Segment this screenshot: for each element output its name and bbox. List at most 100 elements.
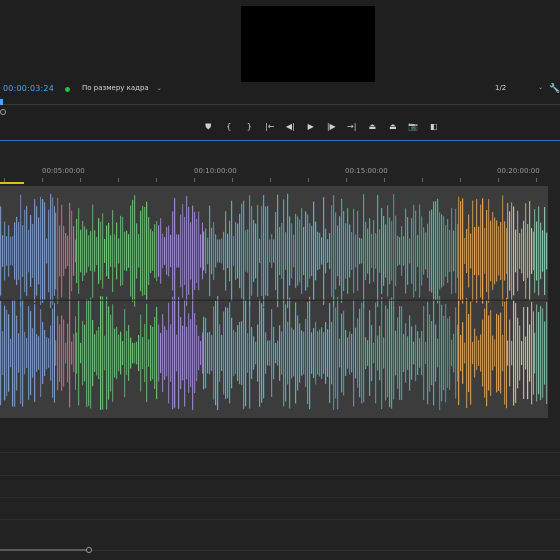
waveform-bar xyxy=(217,239,219,263)
waveform-bar xyxy=(223,231,225,271)
waveform-bar xyxy=(152,231,154,271)
mark-out-button[interactable]: } xyxy=(239,121,260,133)
step-forward-button[interactable]: |▶ xyxy=(321,121,342,133)
play-button[interactable]: ▶ xyxy=(301,121,322,133)
waveform-bar xyxy=(186,196,188,306)
waveform-bar xyxy=(281,331,283,375)
waveform-bar xyxy=(22,299,24,407)
audio-clip[interactable] xyxy=(0,186,55,418)
step-back-button[interactable]: ◀| xyxy=(280,121,301,133)
waveform-bar xyxy=(303,331,305,375)
waveform-bar xyxy=(283,199,285,303)
waveform-bar xyxy=(509,319,511,387)
waveform-bar xyxy=(498,226,500,276)
audio-clip[interactable] xyxy=(534,186,548,418)
waveform-bar xyxy=(44,330,46,377)
waveform-bar xyxy=(339,216,341,286)
waveform-bar xyxy=(439,296,441,410)
ruler-tick-label: 00:15:00:00 xyxy=(345,167,388,175)
add-marker-button[interactable]: ⛊ xyxy=(198,121,219,133)
waveform-bar xyxy=(114,234,116,268)
waveform-bar xyxy=(319,232,321,270)
go-to-in-button[interactable]: |← xyxy=(260,121,281,133)
waveform-bar xyxy=(455,208,457,294)
waveform-bar xyxy=(86,298,88,408)
audio-clip[interactable] xyxy=(458,186,507,418)
mark-in-button[interactable]: { xyxy=(219,121,240,133)
fit-dropdown[interactable]: По размеру кадра ⌄ xyxy=(82,84,162,92)
waveform-bar xyxy=(423,306,425,400)
waveform-bar xyxy=(429,314,431,392)
waveform-bar xyxy=(385,224,387,278)
audio-clip[interactable] xyxy=(55,186,76,418)
waveform-bar xyxy=(507,340,509,366)
waveform-bar xyxy=(347,337,349,369)
waveform-bar xyxy=(363,194,365,308)
waveform-bar xyxy=(26,205,28,297)
extract-button[interactable]: ⏏ xyxy=(383,121,404,133)
waveform-bar xyxy=(148,339,150,367)
audio-clip[interactable] xyxy=(359,186,458,418)
waveform-bar xyxy=(57,315,59,391)
play-icon: ▶ xyxy=(307,122,314,131)
waveform-bar xyxy=(482,319,484,387)
waveform-bar xyxy=(486,209,488,292)
audio-clip[interactable] xyxy=(158,186,203,418)
audio-clip[interactable] xyxy=(203,186,359,418)
go-to-out-button[interactable]: →| xyxy=(342,121,363,133)
waveform-bar xyxy=(433,300,435,406)
waveform-bar xyxy=(375,233,377,269)
playhead-timecode[interactable]: 00:00:03:24 xyxy=(3,84,54,93)
waveform-bar xyxy=(158,324,160,382)
waveform-bar xyxy=(92,319,94,387)
waveform-bar xyxy=(227,233,229,269)
waveform-bar xyxy=(261,205,263,297)
waveform-bar xyxy=(136,341,138,365)
waveform-bar xyxy=(124,231,126,271)
waveform-bar xyxy=(98,326,100,380)
waveform-bar xyxy=(40,309,42,397)
waveform-bar xyxy=(523,307,525,400)
time-ruler[interactable]: 00:05:00:00 00:10:00:00 00:15:00:00 00:20:0… xyxy=(0,150,560,184)
waveform-bar xyxy=(544,206,546,295)
waveform-bar xyxy=(405,323,407,383)
waveform-bar xyxy=(253,336,255,370)
scroll-track[interactable] xyxy=(92,550,560,551)
waveform-bar xyxy=(88,300,90,406)
waveform-bar xyxy=(188,207,190,295)
waveform-bar xyxy=(12,236,14,266)
waveform-bar xyxy=(301,330,303,376)
waveform-bar xyxy=(162,313,164,393)
waveform-bar xyxy=(529,324,531,382)
waveform-bar xyxy=(140,210,142,292)
waveform-bar xyxy=(8,225,10,277)
waveform-bar xyxy=(118,334,120,372)
resolution-dropdown[interactable]: 1/2 ⌄ xyxy=(495,84,543,92)
waveform-bar xyxy=(255,341,257,365)
zoom-handle[interactable] xyxy=(0,109,6,115)
waveform-bar xyxy=(92,204,94,298)
waveform-bar xyxy=(273,239,275,263)
waveform-bar xyxy=(453,333,455,373)
waveform-bar xyxy=(381,207,383,295)
compare-button[interactable]: ◧ xyxy=(424,121,445,133)
waveform-bar xyxy=(517,210,519,292)
waveform-bar xyxy=(57,197,59,305)
waveform-bar xyxy=(164,237,166,265)
export-frame-button[interactable]: 📷 xyxy=(403,121,424,133)
settings-wrench-icon[interactable]: 🔧 xyxy=(549,84,560,94)
waveform-bar xyxy=(504,301,506,405)
horizontal-scrollbar[interactable] xyxy=(0,549,88,551)
waveform-bar xyxy=(413,204,415,298)
ruler-tick xyxy=(384,178,385,182)
waveform-bar xyxy=(502,334,504,372)
work-area-bar[interactable] xyxy=(0,182,24,184)
lift-button[interactable]: ⏏ xyxy=(362,121,383,133)
waveform-bar xyxy=(281,223,283,279)
waveform-bar xyxy=(90,230,92,272)
scrub-bar[interactable] xyxy=(3,104,560,105)
waveform-bar xyxy=(164,326,166,380)
waveform-bar xyxy=(217,296,219,411)
audio-clip[interactable] xyxy=(76,186,158,418)
audio-clip[interactable] xyxy=(507,186,534,418)
